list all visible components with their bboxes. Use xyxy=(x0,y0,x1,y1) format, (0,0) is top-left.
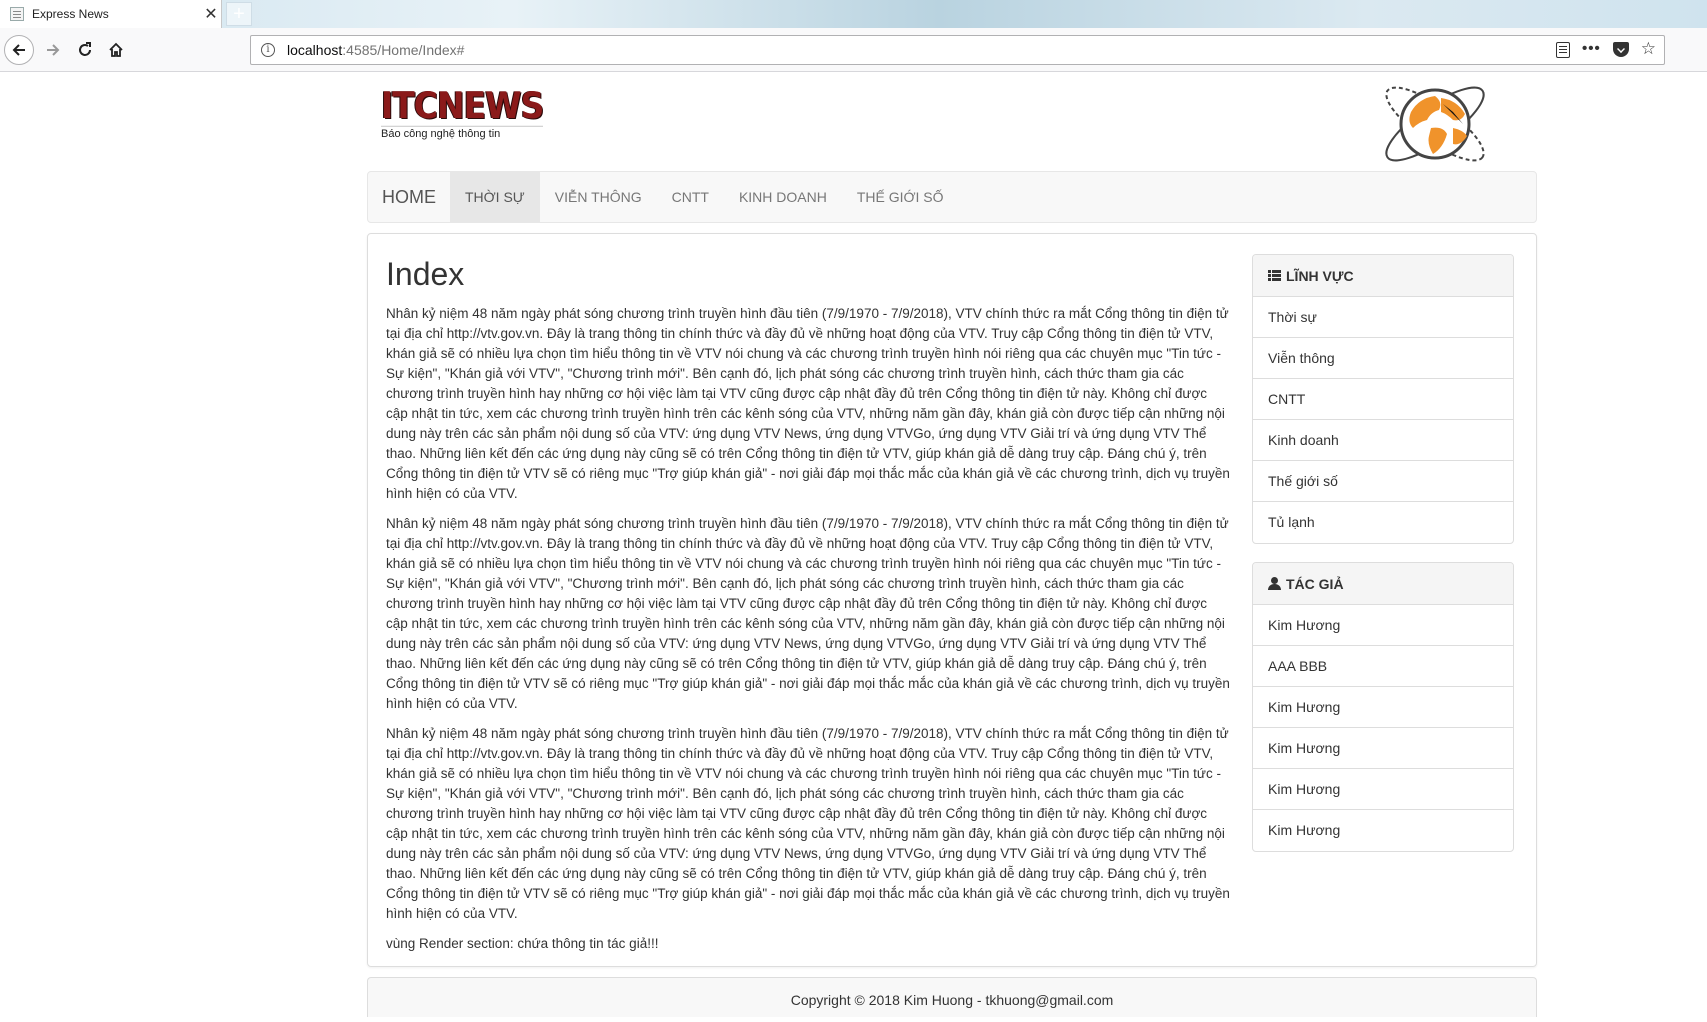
forward-arrow-icon xyxy=(47,44,60,56)
home-icon xyxy=(109,42,123,57)
site-slogan: Báo công nghệ thông tin xyxy=(381,128,501,140)
author-item[interactable]: Kim Hương xyxy=(1253,769,1513,810)
reload-button[interactable] xyxy=(70,35,100,65)
author-item[interactable]: Kim Hương xyxy=(1253,810,1513,851)
article-paragraph: Nhân kỷ niệm 48 năm ngày phát sóng chươn… xyxy=(386,516,1230,711)
categories-heading: LĨNH VỰC xyxy=(1253,255,1513,297)
back-button[interactable] xyxy=(4,35,34,65)
author-item[interactable]: Kim Hương xyxy=(1253,728,1513,769)
category-item-the-gioi-so[interactable]: Thế giới số xyxy=(1253,461,1513,502)
page-favicon-icon xyxy=(10,7,24,21)
address-bar-actions: ••• ☆ xyxy=(1555,40,1656,58)
site-info-icon[interactable]: i xyxy=(261,43,275,57)
nav-home-link[interactable]: HOME xyxy=(368,172,450,222)
category-item-thoi-su[interactable]: Thời sự xyxy=(1253,297,1513,338)
reader-view-icon[interactable] xyxy=(1555,42,1570,58)
authors-heading: TÁC GIẢ xyxy=(1253,563,1513,605)
globe-logo-icon xyxy=(1385,86,1485,162)
page-actions-icon[interactable]: ••• xyxy=(1582,40,1601,58)
address-bar[interactable]: i localhost:4585/Home/Index# ••• ☆ xyxy=(250,35,1665,65)
nav-item-the-gioi-so[interactable]: THẾ GIỚI SỐ xyxy=(842,172,959,222)
tab-close-icon[interactable]: ✕ xyxy=(201,4,221,24)
url-host: localhost xyxy=(287,42,343,58)
tab-title: Express News xyxy=(32,7,109,21)
nav-item-thoi-su[interactable]: THỜI SỰ xyxy=(450,172,540,222)
article-content: Index Nhân kỷ niệm 48 năm ngày phát sóng… xyxy=(386,254,1230,964)
back-arrow-icon xyxy=(12,44,25,56)
author-item[interactable]: AAA BBB xyxy=(1253,646,1513,687)
main-navbar: HOME THỜI SỰ VIỄN THÔNG CNTT KINH DOANH … xyxy=(367,171,1537,223)
categories-panel: LĨNH VỰC Thời sự Viễn thông CNTT Kinh do… xyxy=(1252,254,1514,544)
render-section-text: vùng Render section: chứa thông tin tác … xyxy=(386,936,659,951)
url-path: :4585/Home/Index# xyxy=(342,42,465,58)
page-title: Index xyxy=(386,256,465,292)
article-paragraph: Nhân kỷ niệm 48 năm ngày phát sóng chươn… xyxy=(386,726,1230,921)
new-tab-button[interactable]: + xyxy=(226,2,252,26)
article-paragraph: Nhân kỷ niệm 48 năm ngày phát sóng chươn… xyxy=(386,306,1230,501)
browser-toolbar: i localhost:4585/Home/Index# ••• ☆ xyxy=(0,28,1707,72)
page-footer: Copyright © 2018 Kim Huong - tkhuong@gma… xyxy=(367,977,1537,1017)
bookmark-star-icon[interactable]: ☆ xyxy=(1641,40,1656,58)
categories-heading-label: LĨNH VỰC xyxy=(1286,267,1354,284)
nav-item-vien-thong[interactable]: VIỄN THÔNG xyxy=(540,172,657,222)
nav-item-cntt[interactable]: CNTT xyxy=(657,172,724,222)
site-logo[interactable]: ITCNEWS xyxy=(381,86,544,127)
category-item-kinh-doanh[interactable]: Kinh doanh xyxy=(1253,420,1513,461)
authors-panel-wrap: TÁC GIẢ Kim Hương AAA BBB Kim Hương Kim … xyxy=(1252,562,1514,852)
category-item-vien-thong[interactable]: Viễn thông xyxy=(1253,338,1513,379)
category-item-tu-lanh[interactable]: Tủ lạnh xyxy=(1253,502,1513,543)
category-item-cntt[interactable]: CNTT xyxy=(1253,379,1513,420)
pocket-icon[interactable] xyxy=(1612,42,1629,57)
nav-item-kinh-doanh[interactable]: KINH DOANH xyxy=(724,172,842,222)
author-item[interactable]: Kim Hương xyxy=(1253,687,1513,728)
home-button[interactable] xyxy=(101,35,131,65)
list-icon xyxy=(1268,270,1281,281)
authors-panel: TÁC GIẢ Kim Hương AAA BBB Kim Hương Kim … xyxy=(1252,562,1514,852)
browser-tab[interactable]: Express News ✕ xyxy=(0,0,222,28)
categories-panel-wrap: LĨNH VỰC Thời sự Viễn thông CNTT Kinh do… xyxy=(1252,254,1514,544)
authors-heading-label: TÁC GIẢ xyxy=(1286,575,1344,592)
browser-tab-strip: Express News ✕ + xyxy=(0,0,1707,28)
author-item[interactable]: Kim Hương xyxy=(1253,605,1513,646)
site-brand[interactable]: ITCNEWS Báo công nghệ thông tin xyxy=(381,86,544,140)
reload-icon xyxy=(79,42,91,56)
forward-button[interactable] xyxy=(38,35,68,65)
user-icon xyxy=(1268,577,1281,590)
